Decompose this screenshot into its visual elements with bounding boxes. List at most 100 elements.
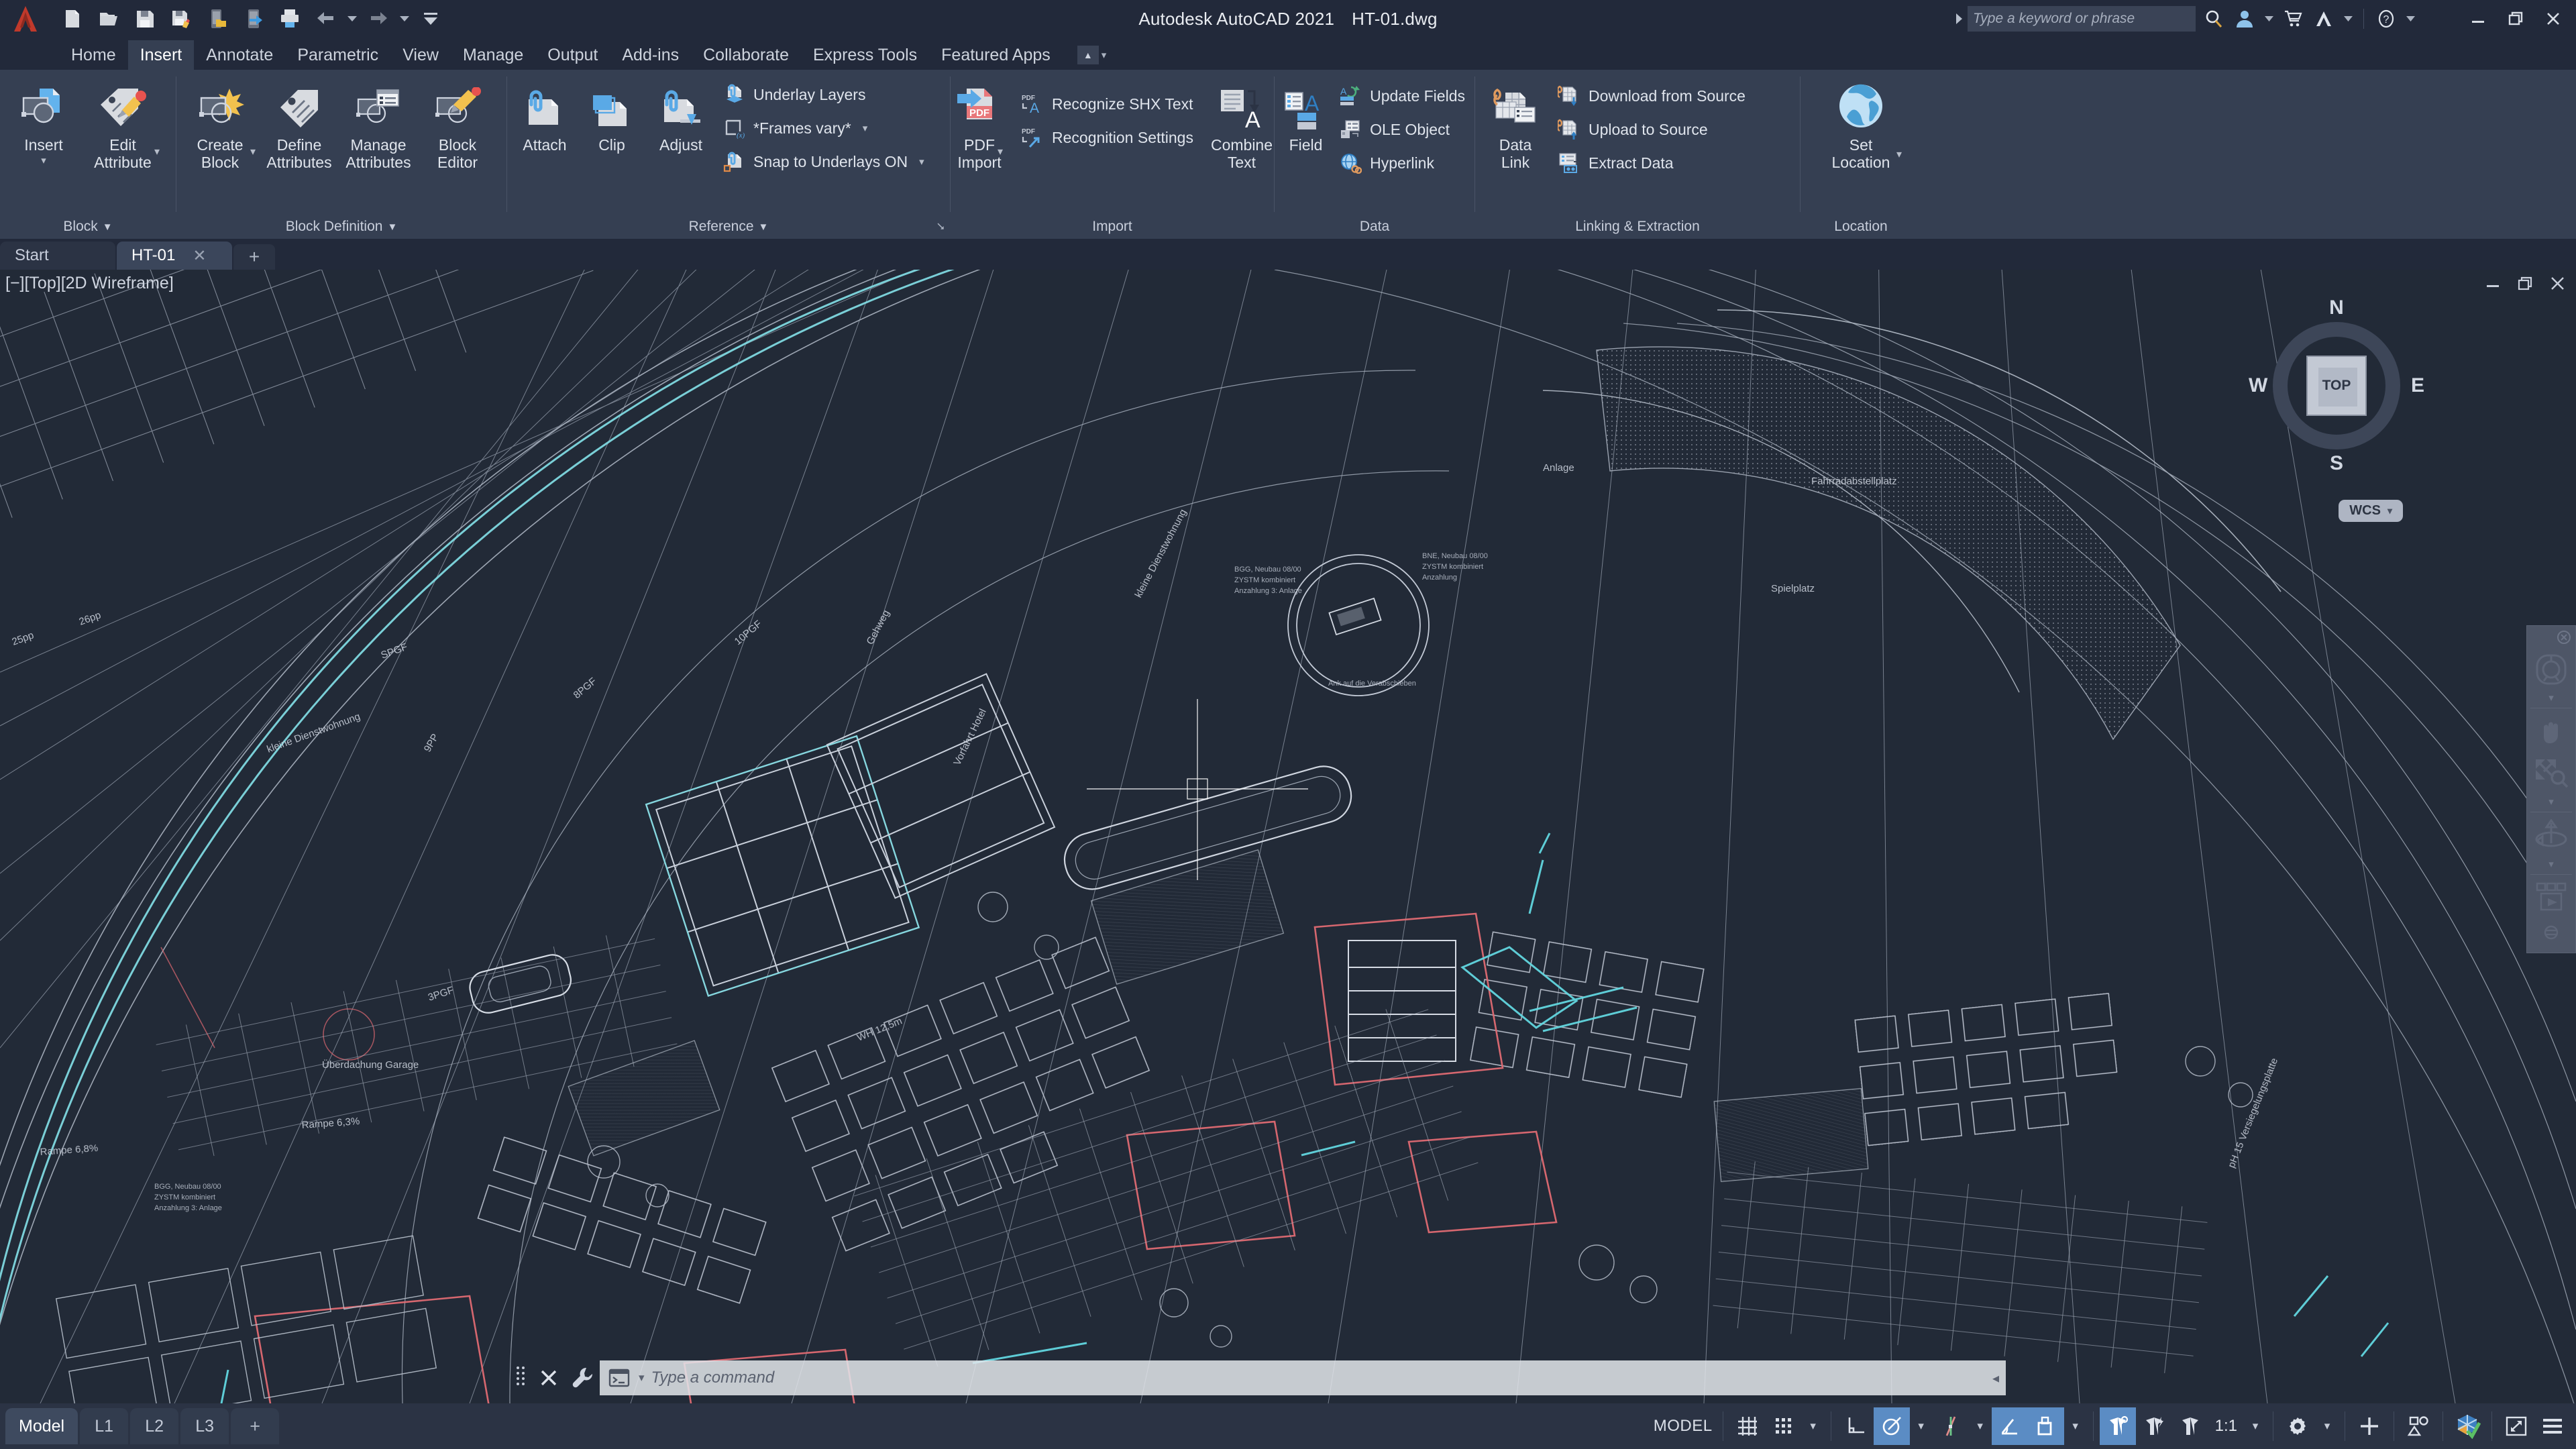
redo-dropdown-icon[interactable] — [397, 1, 412, 36]
pan-icon[interactable] — [2529, 711, 2573, 753]
autoscale-button[interactable] — [2136, 1407, 2172, 1445]
download-from-source-button[interactable]: Download from Source — [1552, 79, 1751, 113]
snap-mode-button[interactable] — [1766, 1407, 1802, 1445]
chevron-down-icon[interactable]: ▾ — [1969, 1407, 1992, 1445]
cart-dropdown-icon[interactable] — [2260, 2, 2277, 36]
plot-icon[interactable] — [272, 1, 307, 36]
gear-icon[interactable] — [2279, 1407, 2316, 1445]
viewcube-north-label[interactable]: N — [2239, 297, 2434, 319]
search-icon[interactable] — [2198, 2, 2229, 36]
minimize-icon[interactable] — [2459, 0, 2497, 38]
underlay-layers-button[interactable]: Underlay Layers — [716, 78, 930, 111]
create-block-button[interactable]: Create Block ▾ — [180, 75, 260, 172]
help-dropdown-icon[interactable] — [2402, 2, 2419, 36]
restore-icon[interactable] — [2497, 0, 2534, 38]
define-attributes-button[interactable]: Define Attributes — [260, 75, 339, 172]
lineweight-button[interactable] — [2027, 1407, 2064, 1445]
new-layout-button[interactable]: + — [231, 1408, 280, 1444]
zoom-extents-icon[interactable] — [2529, 753, 2573, 794]
data-link-button[interactable]: Data Link — [1479, 75, 1552, 172]
drag-grip-icon[interactable] — [510, 1364, 533, 1391]
combine-text-button[interactable]: A Combine Text — [1210, 75, 1274, 172]
recognize-shx-text-button[interactable]: PDF A Recognize SHX Text — [1015, 87, 1199, 121]
chevron-down-icon[interactable]: ▾ — [1102, 49, 1107, 61]
minimize-icon[interactable] — [2485, 275, 2502, 297]
save-as-icon[interactable] — [164, 1, 199, 36]
plus-icon[interactable] — [2351, 1407, 2387, 1445]
annotation-scale-value[interactable]: 1:1 — [2208, 1417, 2244, 1436]
chevron-down-icon[interactable]: ▾ — [639, 1371, 645, 1385]
viewcube-top-face[interactable]: TOP — [2306, 356, 2367, 416]
annotation-visibility-button[interactable] — [2099, 1407, 2136, 1445]
ribbon-tab-home[interactable]: Home — [59, 40, 128, 70]
layout-tab-l3[interactable]: L3 — [180, 1408, 229, 1444]
adjust-button[interactable]: Adjust — [645, 75, 716, 154]
chevron-down-icon[interactable]: ▾ — [2548, 857, 2554, 871]
chevron-down-icon[interactable]: ▼ — [103, 221, 113, 233]
layout-tab-model[interactable]: Model — [5, 1408, 78, 1444]
hyperlink-button[interactable]: Hyperlink — [1333, 146, 1470, 180]
new-icon[interactable] — [55, 1, 90, 36]
drawing-canvas[interactable]: 25pp 26pp 9PP Gehweg Vorfahrt Hotel Über… — [0, 270, 2576, 1403]
viewcube-west-label[interactable]: W — [2249, 374, 2267, 397]
expand-arrow-icon[interactable] — [1950, 2, 1968, 36]
orbit-icon[interactable] — [2529, 815, 2573, 857]
command-prompt-icon[interactable] — [606, 1366, 632, 1389]
autodesk-a-dropdown-icon[interactable] — [2339, 2, 2357, 36]
ribbon-tab-manage[interactable]: Manage — [451, 40, 535, 70]
chevron-down-icon[interactable]: ▾ — [2548, 794, 2554, 809]
ribbon-tab-parametric[interactable]: Parametric — [285, 40, 390, 70]
new-file-tab-button[interactable]: + — [233, 244, 275, 270]
clip-button[interactable]: Clip — [578, 75, 645, 154]
upload-to-source-button[interactable]: Upload to Source — [1552, 113, 1751, 146]
extract-data-button[interactable]: Extract Data — [1552, 146, 1751, 180]
cart-icon[interactable] — [2277, 2, 2308, 36]
chevron-down-icon[interactable]: ▾ — [998, 145, 1003, 158]
isolate-objects-icon[interactable] — [2400, 1407, 2436, 1445]
ucs-selector[interactable]: WCS ▾ — [2339, 500, 2403, 522]
close-icon[interactable] — [2534, 0, 2572, 38]
grid-display-button[interactable] — [1729, 1407, 1766, 1445]
command-input[interactable]: ▾ Type a command ◂ — [600, 1360, 2006, 1395]
pdf-import-button[interactable]: PDF PDF Import ▾ — [955, 75, 1004, 172]
wrench-icon[interactable] — [565, 1366, 600, 1390]
insert-block-button[interactable]: Insert ▾ — [4, 75, 83, 166]
polar-tracking-button[interactable] — [1873, 1407, 1910, 1445]
user-account-icon[interactable] — [2229, 2, 2260, 36]
block-editor-button[interactable]: Block Editor — [418, 75, 497, 172]
ribbon-tab-collaborate[interactable]: Collaborate — [691, 40, 801, 70]
full-navigation-wheel-icon[interactable] — [2529, 649, 2573, 690]
help-icon[interactable]: ? — [2371, 2, 2402, 36]
chevron-down-icon[interactable]: ▾ — [2244, 1407, 2267, 1445]
chevron-down-icon[interactable]: ▼ — [387, 221, 397, 233]
panel-dialog-launcher-icon[interactable]: ⭨ — [937, 220, 945, 233]
autocad-a-logo[interactable] — [0, 0, 51, 38]
chevron-down-icon[interactable]: ▾ — [919, 156, 924, 168]
file-tab-ht-01[interactable]: HT-01 ✕ — [117, 241, 232, 270]
ribbon-tab-annotate[interactable]: Annotate — [194, 40, 285, 70]
close-icon[interactable] — [2549, 275, 2567, 297]
ribbon-tab-featured-apps[interactable]: Featured Apps — [929, 40, 1063, 70]
ole-object-button[interactable]: OLE Object — [1333, 113, 1470, 146]
chevron-down-icon[interactable]: ▾ — [154, 145, 160, 158]
save-icon[interactable] — [127, 1, 162, 36]
chevron-down-icon[interactable]: ▾ — [863, 122, 868, 134]
panel-title-block-definition[interactable]: Block Definition ▼ — [176, 215, 506, 239]
layout-tab-l2[interactable]: L2 — [130, 1408, 179, 1444]
close-icon[interactable] — [533, 1368, 565, 1388]
file-tab-start[interactable]: Start — [0, 241, 115, 270]
set-location-button[interactable]: Set Location ▾ — [1811, 75, 1911, 172]
showmotion-icon[interactable] — [2529, 877, 2573, 919]
restore-icon[interactable] — [2517, 275, 2534, 297]
close-icon[interactable] — [2557, 630, 2571, 649]
chevron-down-icon[interactable]: ▾ — [2064, 1407, 2087, 1445]
panel-title-block[interactable]: Block ▼ — [0, 215, 176, 239]
open-icon[interactable] — [91, 1, 126, 36]
recognition-settings-button[interactable]: PDF Recognition Settings — [1015, 121, 1199, 154]
autodesk-drive-check-icon[interactable] — [2449, 1407, 2485, 1445]
frames-vary-button[interactable]: (x) *Frames vary* ▾ — [716, 111, 930, 145]
chevron-down-icon[interactable]: ▾ — [2548, 690, 2554, 705]
close-icon[interactable]: ✕ — [193, 246, 206, 266]
viewcube-east-label[interactable]: E — [2411, 374, 2424, 397]
navigation-bar-menu-icon[interactable] — [2529, 919, 2573, 946]
